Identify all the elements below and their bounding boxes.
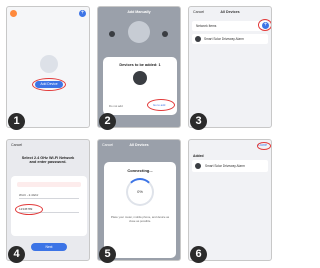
- screen-added: Done Added Smart Solar Driveway Alarm: [188, 139, 272, 261]
- highlight-ring: [15, 204, 43, 215]
- top-bar: Add Manually: [98, 7, 180, 18]
- list-item: Network Items: [192, 21, 268, 31]
- device-icon: [109, 31, 115, 37]
- screen-title: Add Manually: [127, 10, 151, 14]
- wifi-form-card: Wi-Fi - 2.4Ghz 12345789: [11, 176, 87, 236]
- cancel-button[interactable]: Cancel: [11, 140, 22, 151]
- home-icon: [10, 10, 17, 17]
- device-icon: [162, 31, 168, 37]
- screen-connecting: Cancel All Devices Connecting... 0% Plac…: [97, 139, 181, 261]
- wifi-heading: Select 2.4 GHz Wi-Fi Network and enter p…: [9, 156, 87, 164]
- heading-line: and enter password.: [29, 160, 67, 164]
- screen-scan: Add Manually Devices to be added: 1 Do n…: [97, 6, 181, 128]
- device-name: Smart Solar Driveway Alarm: [205, 164, 245, 168]
- devices-found-dialog: Devices to be added: 1 Do not add Go to …: [103, 57, 177, 115]
- highlight-ring: [257, 142, 271, 150]
- radar-icon: [128, 21, 150, 43]
- list-item[interactable]: Smart Solar Driveway Alarm: [192, 34, 268, 44]
- step-number: 1: [8, 113, 25, 130]
- top-bar: Cancel All Devices: [98, 140, 180, 151]
- screen-home: + Add Device: [6, 6, 90, 128]
- dialog-title: Devices to be added: 1: [119, 63, 161, 67]
- step-number: 3: [190, 113, 207, 130]
- dialog-title: Connecting...: [127, 168, 153, 173]
- list-item[interactable]: Smart Solar Driveway Alarm: [192, 160, 268, 172]
- device-icon: [195, 163, 201, 169]
- highlight-ring: [258, 19, 271, 31]
- warning-banner: [17, 182, 81, 187]
- add-plus-icon[interactable]: +: [79, 10, 86, 17]
- device-name: Smart Solar Driveway Alarm: [204, 37, 244, 41]
- top-bar: Cancel All Devices: [189, 7, 271, 18]
- step-number: 6: [190, 246, 207, 263]
- progress-percent: 0%: [137, 189, 143, 194]
- step-number: 2: [99, 113, 116, 130]
- step-number: 4: [8, 246, 25, 263]
- screen-all-devices: Cancel All Devices Network Items + Smart…: [188, 6, 272, 128]
- skip-button[interactable]: Do not add: [109, 104, 123, 108]
- top-bar: Cancel: [7, 140, 89, 151]
- step-number: 5: [99, 246, 116, 263]
- screen-wifi: Cancel Select 2.4 GHz Wi-Fi Network and …: [6, 139, 90, 261]
- empty-illustration-icon: [40, 55, 58, 73]
- wifi-name-field[interactable]: Wi-Fi - 2.4Ghz: [19, 192, 79, 199]
- connecting-dialog: Connecting... 0% Place your router, mobi…: [104, 162, 176, 258]
- placement-tip: Place your router, mobile phone, and dev…: [110, 215, 170, 223]
- added-label: Added: [193, 154, 204, 158]
- highlight-ring: [32, 78, 66, 91]
- device-icon: [195, 36, 201, 42]
- device-icon: [133, 71, 147, 85]
- screen-title: All Devices: [129, 143, 149, 147]
- screen-title: All Devices: [220, 10, 240, 14]
- next-button[interactable]: Next: [31, 243, 67, 251]
- highlight-ring: [147, 99, 175, 111]
